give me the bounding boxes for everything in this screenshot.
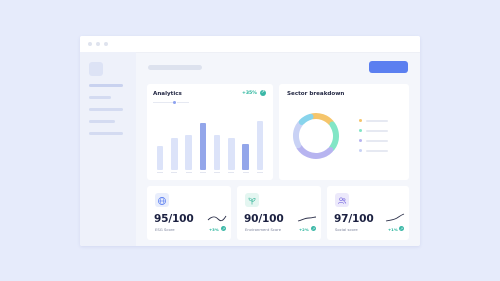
x-tick-placeholder [157,172,164,173]
legend-dot [359,139,362,142]
environment-score-value: 90/100 [244,213,284,225]
stat-card-esg: 95/100 ESG Score +3% ↗ [147,186,231,240]
logo-placeholder [89,62,103,76]
sector-card: Sector breakdown [279,84,409,180]
environment-score-delta: +2% [299,227,309,232]
environment-sparkline [297,216,317,222]
window-minimize-dot[interactable] [96,42,100,46]
window-zoom-dot[interactable] [104,42,108,46]
sidebar [80,52,136,246]
x-tick-placeholder [228,172,235,173]
analytics-x-axis [153,172,267,174]
sidebar-item-4[interactable] [89,120,115,123]
analytics-bar[interactable] [156,146,164,170]
legend-placeholder [366,129,388,132]
analytics-card: Analytics +35% ↗ [147,84,273,180]
analytics-bar[interactable] [256,121,264,170]
stat-card-social: 97/100 Social score +1% ↗ [327,186,409,240]
analytics-bar[interactable] [242,144,249,170]
sidebar-item-1[interactable] [89,84,123,87]
analytics-bar[interactable] [199,123,207,170]
x-tick-placeholder [171,172,178,173]
analytics-bar-chart [153,114,267,170]
legend-placeholder-2 [177,102,189,103]
stat-icon-tile [335,193,349,207]
esg-score-value: 95/100 [154,213,194,225]
arrow-up-right-icon: ↗ [311,226,316,231]
legend-placeholder [366,149,388,152]
social-score-label: Social score [335,227,358,232]
sidebar-item-5[interactable] [89,132,123,135]
esg-sparkline [207,215,227,222]
social-score-value: 97/100 [334,213,374,225]
x-tick-placeholder [256,172,263,173]
legend-placeholder [366,139,388,142]
primary-action-button[interactable] [369,61,408,73]
x-tick-placeholder [242,172,249,173]
arrow-up-right-icon: ↗ [399,226,404,231]
environment-score-label: Environment Score [245,227,282,232]
sector-donut-chart [293,113,339,159]
stat-card-environment: 90/100 Environment Score +2% ↗ [237,186,321,240]
social-sparkline [385,213,405,222]
window-close-dot[interactable] [88,42,92,46]
analytics-bar[interactable] [185,135,192,170]
x-tick-placeholder [185,172,192,173]
sector-title: Sector breakdown [287,91,345,97]
arrow-up-right-icon: ↗ [221,226,226,231]
window-titlebar [80,36,420,53]
analytics-bar[interactable] [171,138,178,170]
arrow-up-right-icon: ↗ [260,90,266,96]
esg-score-delta: +3% [209,227,219,232]
sidebar-item-3[interactable] [89,108,123,111]
page-title-placeholder [148,65,202,70]
social-score-delta: +1% [388,227,398,232]
analytics-change: +35% [242,91,257,96]
app-window: Analytics +35% ↗ Sector breakdown 95/100… [80,36,420,246]
esg-score-label: ESG Score [155,227,175,232]
sidebar-item-2[interactable] [89,96,111,99]
legend-placeholder [153,102,175,103]
legend-dot [359,129,362,132]
x-tick-placeholder [214,172,221,173]
leaf-icon [248,197,256,205]
legend-placeholder [366,119,388,122]
legend-dot [173,101,176,104]
people-icon [338,197,347,204]
analytics-bar[interactable] [213,135,221,170]
legend-dot [359,119,362,122]
analytics-title: Analytics [153,91,182,97]
analytics-bar[interactable] [228,138,235,170]
stat-icon-tile [155,193,169,207]
stat-icon-tile [245,193,259,207]
legend-dot [359,149,362,152]
globe-icon [158,197,166,205]
x-tick-placeholder [199,172,206,173]
